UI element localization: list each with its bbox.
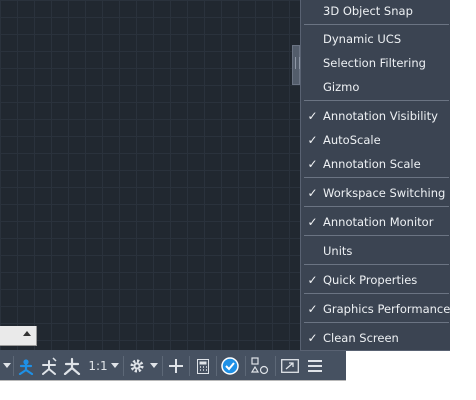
menu-icon[interactable] bbox=[304, 355, 326, 377]
menu-separator bbox=[304, 206, 449, 207]
isolate-objects-icon[interactable] bbox=[219, 355, 241, 377]
menu-item-gizmo[interactable]: Gizmo bbox=[301, 76, 451, 98]
annotation-visibility-icon[interactable] bbox=[15, 355, 37, 377]
menu-item-dynamic-ucs[interactable]: Dynamic UCS bbox=[301, 28, 451, 50]
menu-item-label: Selection Filtering bbox=[323, 56, 426, 70]
check-icon: ✓ bbox=[307, 109, 318, 123]
menu-item-units[interactable]: Units bbox=[301, 240, 451, 262]
menu-separator bbox=[304, 264, 449, 265]
menu-item-autoscale[interactable]: ✓ AutoScale bbox=[301, 129, 451, 151]
status-separator bbox=[275, 356, 276, 376]
menu-item-label: Dynamic UCS bbox=[323, 32, 402, 46]
menu-item-label: Units bbox=[323, 244, 353, 258]
menu-item-label: Quick Properties bbox=[323, 273, 418, 287]
plus-icon[interactable] bbox=[165, 355, 187, 377]
menu-separator bbox=[304, 177, 449, 178]
autoscale-icon[interactable] bbox=[38, 355, 60, 377]
menu-item-3d-object-snap[interactable]: 3D Object Snap bbox=[301, 0, 451, 22]
menu-item-label: Workspace Switching bbox=[323, 186, 446, 200]
menu-item-quick-properties[interactable]: ✓ Quick Properties bbox=[301, 269, 451, 291]
chevron-down-icon[interactable] bbox=[2, 355, 12, 377]
menu-item-label: Annotation Monitor bbox=[323, 215, 434, 229]
menu-item-annotation-scale[interactable]: ✓ Annotation Scale bbox=[301, 153, 451, 175]
check-icon: ✓ bbox=[307, 186, 318, 200]
menu-separator bbox=[304, 293, 449, 294]
chevron-down-icon[interactable] bbox=[110, 355, 120, 377]
menu-separator bbox=[304, 235, 449, 236]
menu-item-label: Gizmo bbox=[323, 80, 360, 94]
menu-item-annotation-monitor[interactable]: ✓ Annotation Monitor bbox=[301, 211, 451, 233]
menu-item-label: AutoScale bbox=[323, 133, 381, 147]
menu-separator bbox=[304, 24, 449, 25]
status-separator bbox=[189, 356, 190, 376]
chevron-down-icon[interactable] bbox=[149, 355, 159, 377]
fullscreen-icon[interactable] bbox=[279, 355, 301, 377]
status-separator bbox=[245, 356, 246, 376]
menu-item-selection-filtering[interactable]: Selection Filtering bbox=[301, 52, 451, 74]
check-icon: ✓ bbox=[307, 331, 318, 345]
check-icon: ✓ bbox=[307, 302, 318, 316]
status-separator bbox=[13, 356, 14, 376]
status-bar-base bbox=[0, 380, 346, 400]
menu-item-label: Annotation Scale bbox=[323, 157, 421, 171]
check-icon: ✓ bbox=[307, 157, 318, 171]
status-separator bbox=[162, 356, 163, 376]
calculator-icon[interactable] bbox=[192, 355, 214, 377]
chevron-up-icon[interactable] bbox=[23, 331, 31, 336]
resize-handle[interactable] bbox=[292, 45, 300, 85]
menu-item-label: Graphics Performance bbox=[323, 302, 451, 316]
menu-item-graphics-performance[interactable]: ✓ Graphics Performance bbox=[301, 298, 451, 320]
menu-separator bbox=[304, 322, 449, 323]
menu-item-clean-screen[interactable]: ✓ Clean Screen bbox=[301, 327, 451, 349]
status-bar-customize-menu: 3D Object Snap Dynamic UCS Selection Fil… bbox=[300, 0, 450, 351]
annotation-scale-value[interactable]: 1:1 bbox=[87, 355, 109, 377]
menu-separator bbox=[304, 100, 449, 101]
status-separator bbox=[123, 356, 124, 376]
check-icon: ✓ bbox=[307, 215, 318, 229]
check-icon: ✓ bbox=[307, 273, 318, 287]
menu-item-label: 3D Object Snap bbox=[323, 4, 413, 18]
menu-item-workspace-switching[interactable]: ✓ Workspace Switching bbox=[301, 182, 451, 204]
menu-item-annotation-visibility[interactable]: ✓ Annotation Visibility bbox=[301, 105, 451, 127]
status-separator bbox=[216, 356, 217, 376]
check-icon: ✓ bbox=[307, 133, 318, 147]
menu-item-label: Annotation Visibility bbox=[323, 109, 438, 123]
gear-icon[interactable] bbox=[127, 355, 147, 377]
hardware-acceleration-icon[interactable] bbox=[249, 355, 271, 377]
annotation-monitor-icon[interactable] bbox=[61, 355, 83, 377]
command-line-stub[interactable] bbox=[0, 326, 37, 346]
menu-item-label: Clean Screen bbox=[323, 331, 399, 345]
